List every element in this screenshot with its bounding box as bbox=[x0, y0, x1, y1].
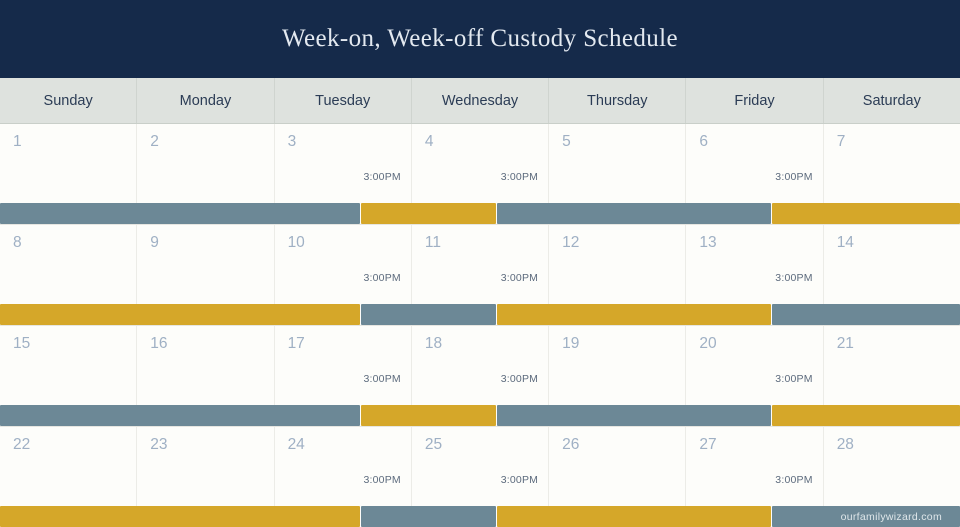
week-day-cells: 22 23 24 3:00PM 25 3:00PM 26 27 3:00PM 28 bbox=[0, 427, 960, 527]
day-cell[interactable]: 9 bbox=[137, 225, 275, 325]
weekday-header-row: Sunday Monday Tuesday Wednesday Thursday Frid… bbox=[0, 78, 960, 124]
day-cell[interactable]: 24 3:00PM bbox=[274, 427, 412, 527]
day-number: 23 bbox=[150, 436, 168, 453]
day-number: 16 bbox=[150, 335, 168, 352]
exchange-time-label: 3:00PM bbox=[363, 272, 401, 284]
day-cell[interactable]: 4 3:00PM bbox=[411, 124, 550, 224]
weekday-label: Thursday bbox=[587, 92, 648, 109]
weekday-header-sunday: Sunday bbox=[0, 78, 138, 123]
weekday-label: Tuesday bbox=[315, 92, 371, 109]
day-cell[interactable]: 20 3:00PM bbox=[686, 326, 824, 426]
day-number: 17 bbox=[287, 335, 305, 352]
weekday-label: Sunday bbox=[43, 92, 93, 109]
day-number: 6 bbox=[699, 133, 709, 150]
site-watermark: ourfamilywizard.com bbox=[840, 510, 942, 523]
page-title: Week-on, Week-off Custody Schedule bbox=[281, 25, 679, 52]
custody-calendar: Week-on, Week-off Custody Schedule Sunda… bbox=[0, 0, 960, 527]
day-number: 24 bbox=[287, 436, 305, 453]
weekday-header-saturday: Saturday bbox=[824, 78, 960, 123]
day-cell[interactable]: 25 3:00PM bbox=[411, 427, 550, 527]
exchange-time-label: 3:00PM bbox=[775, 171, 813, 183]
day-cell[interactable]: 13 3:00PM bbox=[686, 225, 824, 325]
calendar-week-rows: 1 2 3 3:00PM 4 3:00PM 5 6 3:00PM 7 8 9 10 3:00PM 11 3:0… bbox=[0, 124, 960, 527]
day-cell[interactable]: 12 bbox=[549, 225, 687, 325]
calendar-week-row: 15 16 17 3:00PM 18 3:00PM 19 20 3:00PM 21 bbox=[0, 326, 960, 427]
day-cell[interactable]: 10 3:00PM bbox=[274, 225, 412, 325]
weekday-header-wednesday: Wednesday bbox=[412, 78, 550, 123]
day-number: 27 bbox=[699, 436, 717, 453]
day-cell[interactable]: 6 3:00PM bbox=[686, 124, 824, 224]
exchange-time-label: 3:00PM bbox=[775, 272, 813, 284]
day-cell[interactable]: 7 bbox=[823, 124, 960, 224]
day-cell[interactable]: 8 bbox=[0, 225, 138, 325]
exchange-time-label: 3:00PM bbox=[775, 373, 813, 385]
day-cell[interactable]: 2 bbox=[137, 124, 275, 224]
weekday-label: Wednesday bbox=[441, 92, 519, 109]
day-cell[interactable]: 11 3:00PM bbox=[411, 225, 550, 325]
day-number: 21 bbox=[836, 335, 854, 352]
day-cell[interactable]: 5 bbox=[549, 124, 687, 224]
weekday-header-tuesday: Tuesday bbox=[275, 78, 412, 123]
exchange-time-label: 3:00PM bbox=[775, 474, 813, 486]
day-cell[interactable]: 14 bbox=[823, 225, 960, 325]
calendar-week-row: 8 9 10 3:00PM 11 3:00PM 12 13 3:00PM 14 bbox=[0, 225, 960, 326]
weekday-header-monday: Monday bbox=[137, 78, 275, 123]
weekday-header-friday: Friday bbox=[686, 78, 824, 123]
exchange-time-label: 3:00PM bbox=[363, 373, 401, 385]
exchange-time-label: 3:00PM bbox=[500, 272, 539, 284]
exchange-time-label: 3:00PM bbox=[363, 171, 401, 183]
day-number: 7 bbox=[836, 133, 846, 150]
day-number: 11 bbox=[424, 234, 441, 251]
day-number: 4 bbox=[424, 133, 434, 150]
day-cell[interactable]: 22 bbox=[0, 427, 138, 527]
calendar-week-row: 1 2 3 3:00PM 4 3:00PM 5 6 3:00PM 7 bbox=[0, 124, 960, 225]
day-number: 12 bbox=[562, 234, 580, 251]
day-number: 2 bbox=[150, 133, 159, 150]
day-number: 14 bbox=[836, 234, 854, 251]
weekday-label: Saturday bbox=[862, 92, 921, 109]
day-cell[interactable]: 23 bbox=[137, 427, 275, 527]
week-day-cells: 8 9 10 3:00PM 11 3:00PM 12 13 3:00PM 14 bbox=[0, 225, 960, 325]
day-cell[interactable]: 3 3:00PM bbox=[274, 124, 412, 224]
day-cell[interactable]: 16 bbox=[137, 326, 275, 426]
day-number: 5 bbox=[562, 133, 571, 150]
calendar-week-row: 22 23 24 3:00PM 25 3:00PM 26 27 3:00PM 28 bbox=[0, 427, 960, 527]
day-number: 18 bbox=[424, 335, 443, 352]
day-cell[interactable]: 15 bbox=[0, 326, 138, 426]
weekday-header-thursday: Thursday bbox=[549, 78, 687, 123]
day-number: 3 bbox=[287, 133, 297, 150]
day-cell[interactable]: 26 bbox=[549, 427, 687, 527]
day-cell[interactable]: 1 bbox=[0, 124, 138, 224]
day-number: 8 bbox=[13, 234, 22, 251]
week-day-cells: 15 16 17 3:00PM 18 3:00PM 19 20 3:00PM 21 bbox=[0, 326, 960, 426]
day-number: 1 bbox=[13, 133, 22, 150]
day-cell[interactable]: 19 bbox=[549, 326, 687, 426]
day-number: 13 bbox=[699, 234, 717, 251]
exchange-time-label: 3:00PM bbox=[500, 373, 539, 385]
day-number: 25 bbox=[424, 436, 443, 453]
day-cell[interactable]: 21 bbox=[823, 326, 960, 426]
day-cell[interactable]: 17 3:00PM bbox=[274, 326, 412, 426]
weekday-label: Friday bbox=[734, 92, 775, 109]
exchange-time-label: 3:00PM bbox=[500, 474, 539, 486]
calendar-title-bar: Week-on, Week-off Custody Schedule bbox=[0, 0, 960, 78]
exchange-time-label: 3:00PM bbox=[363, 474, 401, 486]
day-cell[interactable]: 27 3:00PM bbox=[686, 427, 824, 527]
week-day-cells: 1 2 3 3:00PM 4 3:00PM 5 6 3:00PM 7 bbox=[0, 124, 960, 224]
day-cell[interactable]: 18 3:00PM bbox=[411, 326, 550, 426]
day-number: 9 bbox=[150, 234, 159, 251]
day-number: 28 bbox=[836, 436, 854, 453]
day-number: 20 bbox=[699, 335, 717, 352]
day-number: 19 bbox=[562, 335, 580, 352]
day-number: 22 bbox=[13, 436, 31, 453]
day-number: 10 bbox=[287, 234, 305, 251]
day-number: 15 bbox=[13, 335, 31, 352]
exchange-time-label: 3:00PM bbox=[500, 171, 539, 183]
weekday-label: Monday bbox=[179, 92, 232, 109]
day-number: 26 bbox=[562, 436, 580, 453]
